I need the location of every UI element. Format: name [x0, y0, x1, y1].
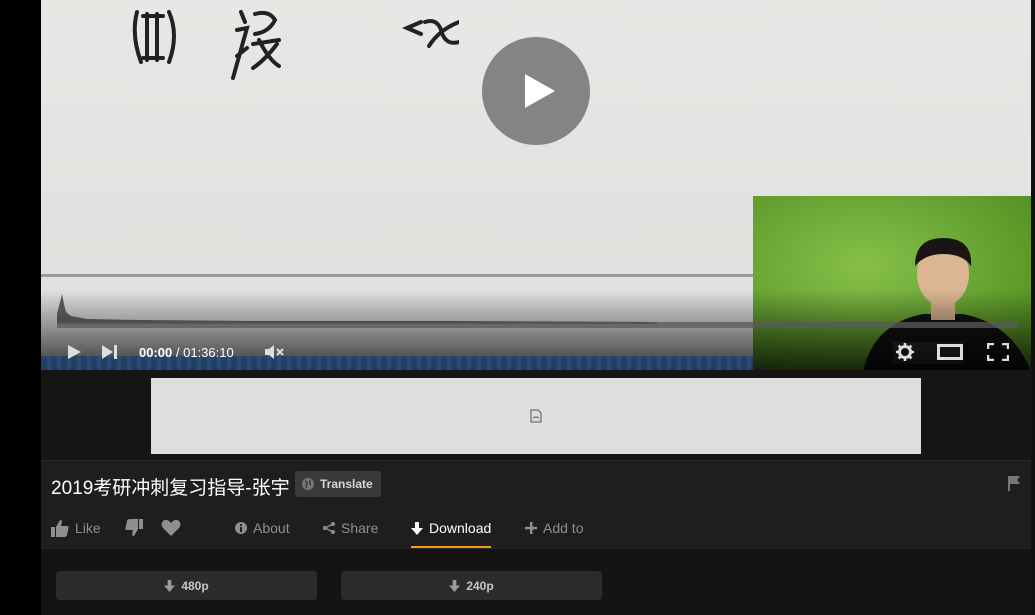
big-play-button[interactable]: [482, 37, 590, 145]
settings-button[interactable]: [893, 341, 917, 363]
skip-next-icon: [102, 345, 117, 359]
right-edge: [1031, 0, 1035, 615]
progress-bar[interactable]: [57, 322, 1017, 328]
tab-download[interactable]: Download: [411, 511, 492, 549]
download-quality-label: 480p: [181, 578, 209, 593]
flag-icon: [1008, 476, 1020, 491]
translate-label: Translate: [320, 477, 373, 491]
video-info: 2019考研冲刺复习指导-张宇 Translate Like About Sha…: [41, 460, 1031, 549]
download-label: Download: [429, 520, 492, 536]
fullscreen-button[interactable]: [985, 341, 1011, 363]
broken-image-icon: [530, 409, 542, 423]
thumbs-up-icon: [51, 520, 69, 537]
play-icon: [68, 345, 81, 359]
ad-container: [41, 370, 1031, 460]
add-to-label: Add to: [543, 520, 584, 536]
plus-icon: [525, 522, 537, 534]
fullscreen-icon: [987, 343, 1009, 361]
video-player[interactable]: 00:00 / 01:36:10: [41, 0, 1031, 370]
download-240p-button[interactable]: 240p: [341, 571, 602, 600]
share-icon: [323, 522, 335, 534]
duration: 01:36:10: [183, 345, 234, 360]
dislike-button[interactable]: [125, 511, 143, 545]
theater-mode-icon: [937, 344, 963, 360]
arrow-down-icon: [411, 521, 423, 535]
mute-button[interactable]: [263, 341, 287, 363]
heart-icon: [161, 519, 181, 536]
page: 00:00 / 01:36:10 2019考研冲刺复习指导-张宇 Transla…: [0, 0, 1035, 615]
ad-placeholder[interactable]: [151, 378, 921, 454]
download-quality-label: 240p: [466, 578, 494, 593]
whiteboard-edge: [41, 274, 761, 277]
current-time: 00:00: [139, 345, 173, 360]
share-label: Share: [341, 520, 379, 536]
tab-add-to[interactable]: Add to: [525, 511, 583, 545]
whiteboard-handwriting: [132, 10, 459, 80]
report-button[interactable]: [1007, 475, 1021, 496]
volume-muted-icon: [265, 345, 284, 359]
action-bar: Like About Share Download Add to: [41, 511, 1031, 549]
play-button[interactable]: [63, 341, 85, 363]
arrow-down-icon: [449, 579, 461, 592]
download-panel: 480p 240p: [41, 548, 1031, 615]
like-button[interactable]: Like: [51, 511, 101, 545]
video-title: 2019考研冲刺复习指导-张宇: [51, 478, 290, 499]
arrow-down-icon: [164, 579, 176, 592]
control-bar: 00:00 / 01:36:10: [41, 336, 1031, 368]
left-gutter: [0, 0, 41, 615]
download-480p-button[interactable]: 480p: [56, 571, 317, 600]
time-display: 00:00 / 01:36:10: [139, 345, 234, 360]
about-label: About: [253, 520, 290, 536]
favorite-button[interactable]: [161, 511, 181, 545]
translate-button[interactable]: Translate: [295, 471, 381, 497]
time-separator: /: [172, 345, 184, 360]
theater-mode-button[interactable]: [935, 341, 965, 363]
gear-icon: [896, 343, 914, 361]
tab-about[interactable]: About: [235, 511, 290, 545]
audio-waveform: [57, 294, 657, 324]
info-icon: [235, 522, 247, 534]
tab-share[interactable]: Share: [323, 511, 378, 545]
play-icon: [525, 74, 555, 108]
next-button[interactable]: [99, 341, 121, 363]
thumbs-down-icon: [125, 519, 143, 536]
globe-icon: [302, 478, 314, 490]
like-label: Like: [75, 520, 101, 536]
